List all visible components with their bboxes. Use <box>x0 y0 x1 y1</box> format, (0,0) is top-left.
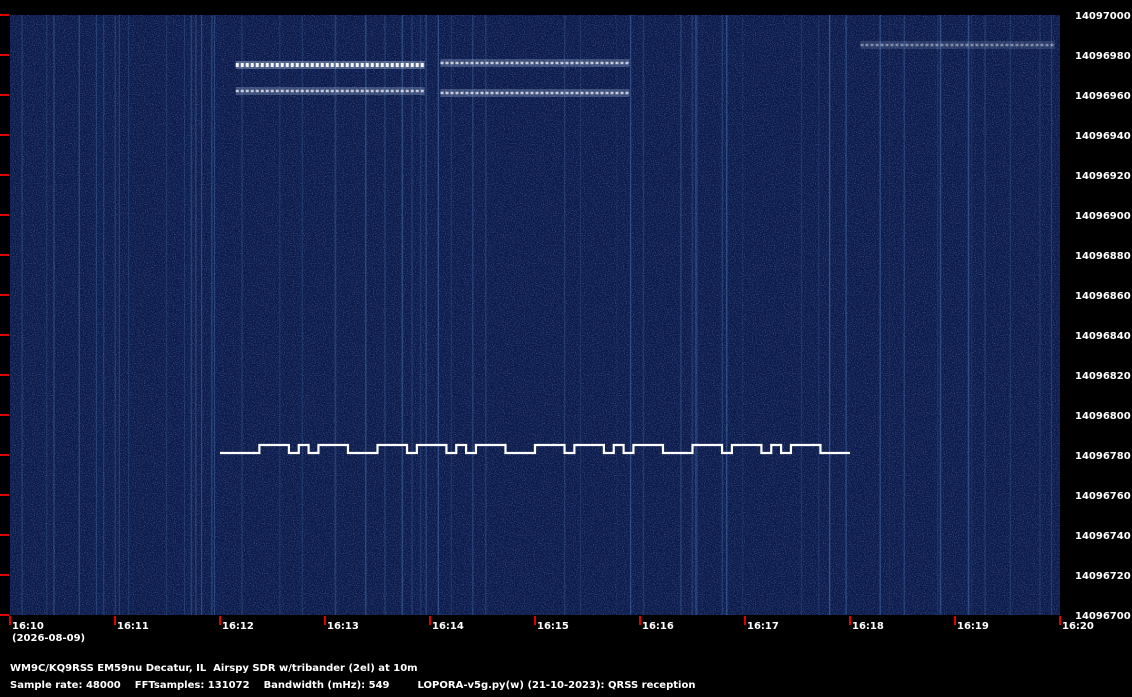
grabber-spectrogram: 14097000 14096980 14096960 14096940 14096920… <box>0 11 1131 644</box>
y-tick-label: 14096820 <box>1075 371 1131 382</box>
x-tick-label: 16:10 <box>12 621 44 632</box>
x-tick-label: 16:18 <box>852 621 884 632</box>
y-tick-label: 14096980 <box>1075 51 1131 62</box>
x-tick-label: 16:13 <box>327 621 359 632</box>
x-tick-label: 16:14 <box>432 621 464 632</box>
sample-rate: Sample rate: 48000 <box>10 680 121 691</box>
y-tick-label: 14096940 <box>1075 131 1131 142</box>
station-info: WM9C/KQ9RSS EM59nu Decatur, IL Airspy SD… <box>10 663 418 674</box>
x-tick-label: 16:17 <box>747 621 779 632</box>
y-tick-label: 14096780 <box>1075 451 1131 462</box>
x-tick-label: 16:15 <box>537 621 569 632</box>
y-tick-label: 14096800 <box>1075 411 1131 422</box>
y-tick-label: 14096960 <box>1075 91 1131 102</box>
y-tick-label: 14097000 <box>1075 11 1131 22</box>
fft-samples: FFTsamples: 131072 <box>134 680 250 691</box>
y-tick-label: 14096920 <box>1075 171 1131 182</box>
y-tick-label: 14096860 <box>1075 291 1131 302</box>
y-tick-label: 14096740 <box>1075 531 1131 542</box>
software-label: LOPORA-v5g.py(w) (21-10-2023): QRSS rece… <box>417 680 696 691</box>
y-tick-label: 14096720 <box>1075 571 1131 582</box>
x-tick-label: 16:20 <box>1062 621 1094 632</box>
x-tick-label: 16:16 <box>642 621 674 632</box>
x-tick-label: 16:19 <box>957 621 989 632</box>
x-tick-label: 16:11 <box>117 621 149 632</box>
plot-noise <box>10 15 1060 615</box>
y-tick-label: 14096760 <box>1075 491 1131 502</box>
receiver-params: Sample rate: 48000 FFTsamples: 131072 Band… <box>10 680 709 691</box>
x-axis: 16:10 16:11 16:12 16:13 16:14 16:15 16:16 16:17… <box>9 616 1094 632</box>
bandwidth: Bandwidth (mHz): 549 <box>263 680 390 691</box>
y-tick-label: 14096840 <box>1075 331 1131 342</box>
y-tick-label: 14096880 <box>1075 251 1131 262</box>
y-tick-label: 14096900 <box>1075 211 1131 222</box>
x-tick-label: 16:12 <box>222 621 254 632</box>
date-label: (2026-08-09) <box>12 633 85 644</box>
